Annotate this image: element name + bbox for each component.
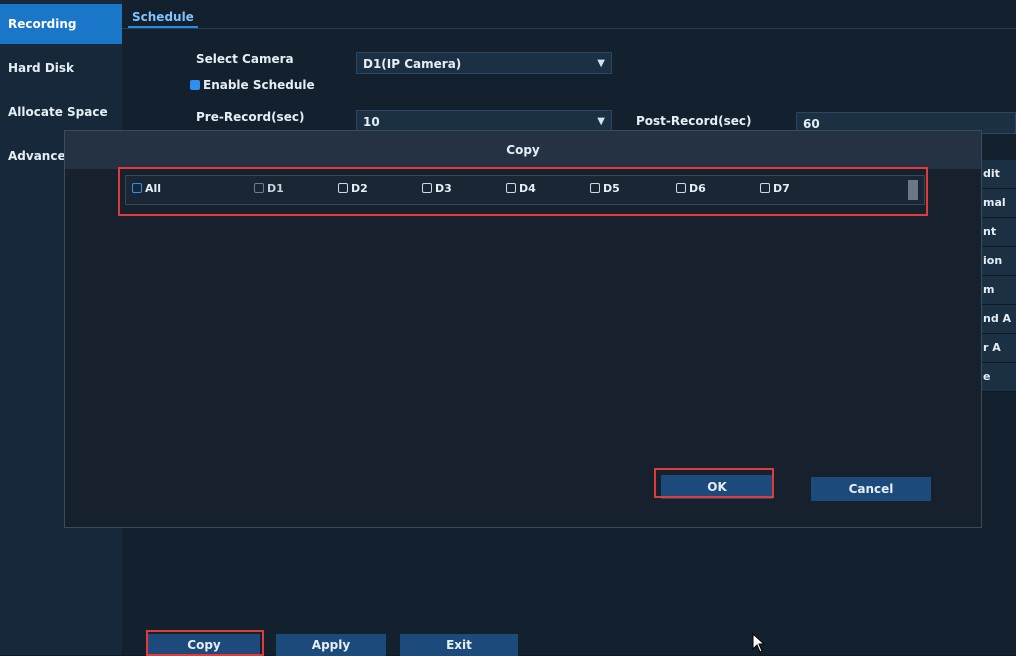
pre-record-label: Pre-Record(sec) — [196, 110, 305, 124]
pre-record-dropdown[interactable]: 10 ▼ — [356, 110, 612, 132]
right-item[interactable]: nd A — [977, 305, 1016, 334]
dialog-title: Copy — [65, 131, 981, 169]
camera-list-highlight — [118, 167, 928, 216]
sidebar-item-hard-disk[interactable]: Hard Disk — [0, 48, 122, 88]
select-camera-dropdown[interactable]: D1(IP Camera) ▼ — [356, 52, 612, 74]
pre-record-value: 10 — [363, 115, 380, 129]
sidebar-item-advanced[interactable]: Advanced — [0, 136, 64, 176]
select-camera-label: Select Camera — [196, 52, 294, 66]
right-item[interactable]: r A — [977, 334, 1016, 363]
right-item[interactable]: nt — [977, 218, 1016, 247]
tab-schedule[interactable]: Schedule — [128, 8, 198, 28]
copy-button-highlight — [146, 630, 264, 656]
right-item[interactable]: m — [977, 276, 1016, 305]
sidebar-item-recording[interactable]: Recording — [0, 4, 122, 44]
sidebar-item-allocate-space[interactable]: Allocate Space — [0, 92, 122, 132]
right-item[interactable]: ion — [977, 247, 1016, 276]
right-item[interactable]: dit — [977, 160, 1016, 189]
mouse-cursor-icon — [752, 633, 766, 653]
select-camera-value: D1(IP Camera) — [363, 57, 462, 71]
right-item[interactable]: mal — [977, 189, 1016, 218]
apply-button[interactable]: Apply — [276, 634, 386, 656]
right-event-list: dit mal nt ion m nd A r A e — [977, 160, 1016, 392]
post-record-value: 60 — [803, 117, 820, 131]
ok-button-highlight — [654, 468, 774, 498]
tab-underline — [122, 28, 1016, 29]
enable-schedule-checkbox[interactable]: Enable Schedule — [190, 78, 315, 92]
right-item[interactable]: e — [977, 363, 1016, 392]
chevron-down-icon: ▼ — [597, 58, 605, 69]
cancel-button[interactable]: Cancel — [811, 477, 931, 501]
enable-schedule-label: Enable Schedule — [203, 78, 315, 92]
exit-button[interactable]: Exit — [400, 634, 518, 656]
post-record-label: Post-Record(sec) — [636, 114, 752, 128]
checkbox-icon — [190, 80, 200, 90]
